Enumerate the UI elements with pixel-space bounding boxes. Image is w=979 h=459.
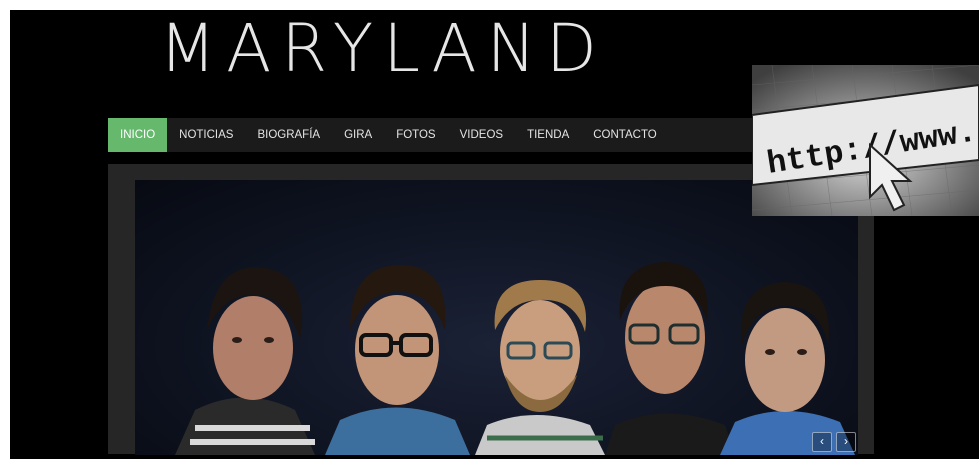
nav-item-contacto[interactable]: CONTACTO bbox=[581, 118, 668, 152]
chevron-left-icon[interactable]: ‹ bbox=[812, 432, 832, 452]
band-member-1 bbox=[175, 267, 315, 455]
band-member-2 bbox=[325, 265, 470, 455]
nav-item-biografia[interactable]: BIOGRAFÍA bbox=[245, 118, 332, 152]
nav-item-fotos[interactable]: FOTOS bbox=[384, 118, 447, 152]
nav-item-tienda[interactable]: TIENDA bbox=[515, 118, 581, 152]
nav-item-noticias[interactable]: NOTICIAS bbox=[167, 118, 245, 152]
band-member-3 bbox=[475, 280, 605, 455]
band-member-5 bbox=[720, 282, 855, 455]
nav-item-gira[interactable]: GIRA bbox=[332, 118, 384, 152]
band-member-4 bbox=[605, 262, 735, 455]
slider-controls: ‹ › bbox=[812, 432, 856, 452]
nav-item-inicio[interactable]: INICIO bbox=[108, 118, 168, 152]
main-nav: INICIO NOTICIAS BIOGRAFÍA GIRA FOTOS VID… bbox=[108, 118, 758, 152]
http-url-graphic: http://www. bbox=[752, 65, 979, 216]
chevron-right-icon[interactable]: › bbox=[836, 432, 856, 452]
nav-item-videos[interactable]: VIDEOS bbox=[448, 118, 515, 152]
site-title[interactable]: MARYLAND bbox=[0, 14, 766, 84]
band-photo bbox=[135, 180, 858, 455]
